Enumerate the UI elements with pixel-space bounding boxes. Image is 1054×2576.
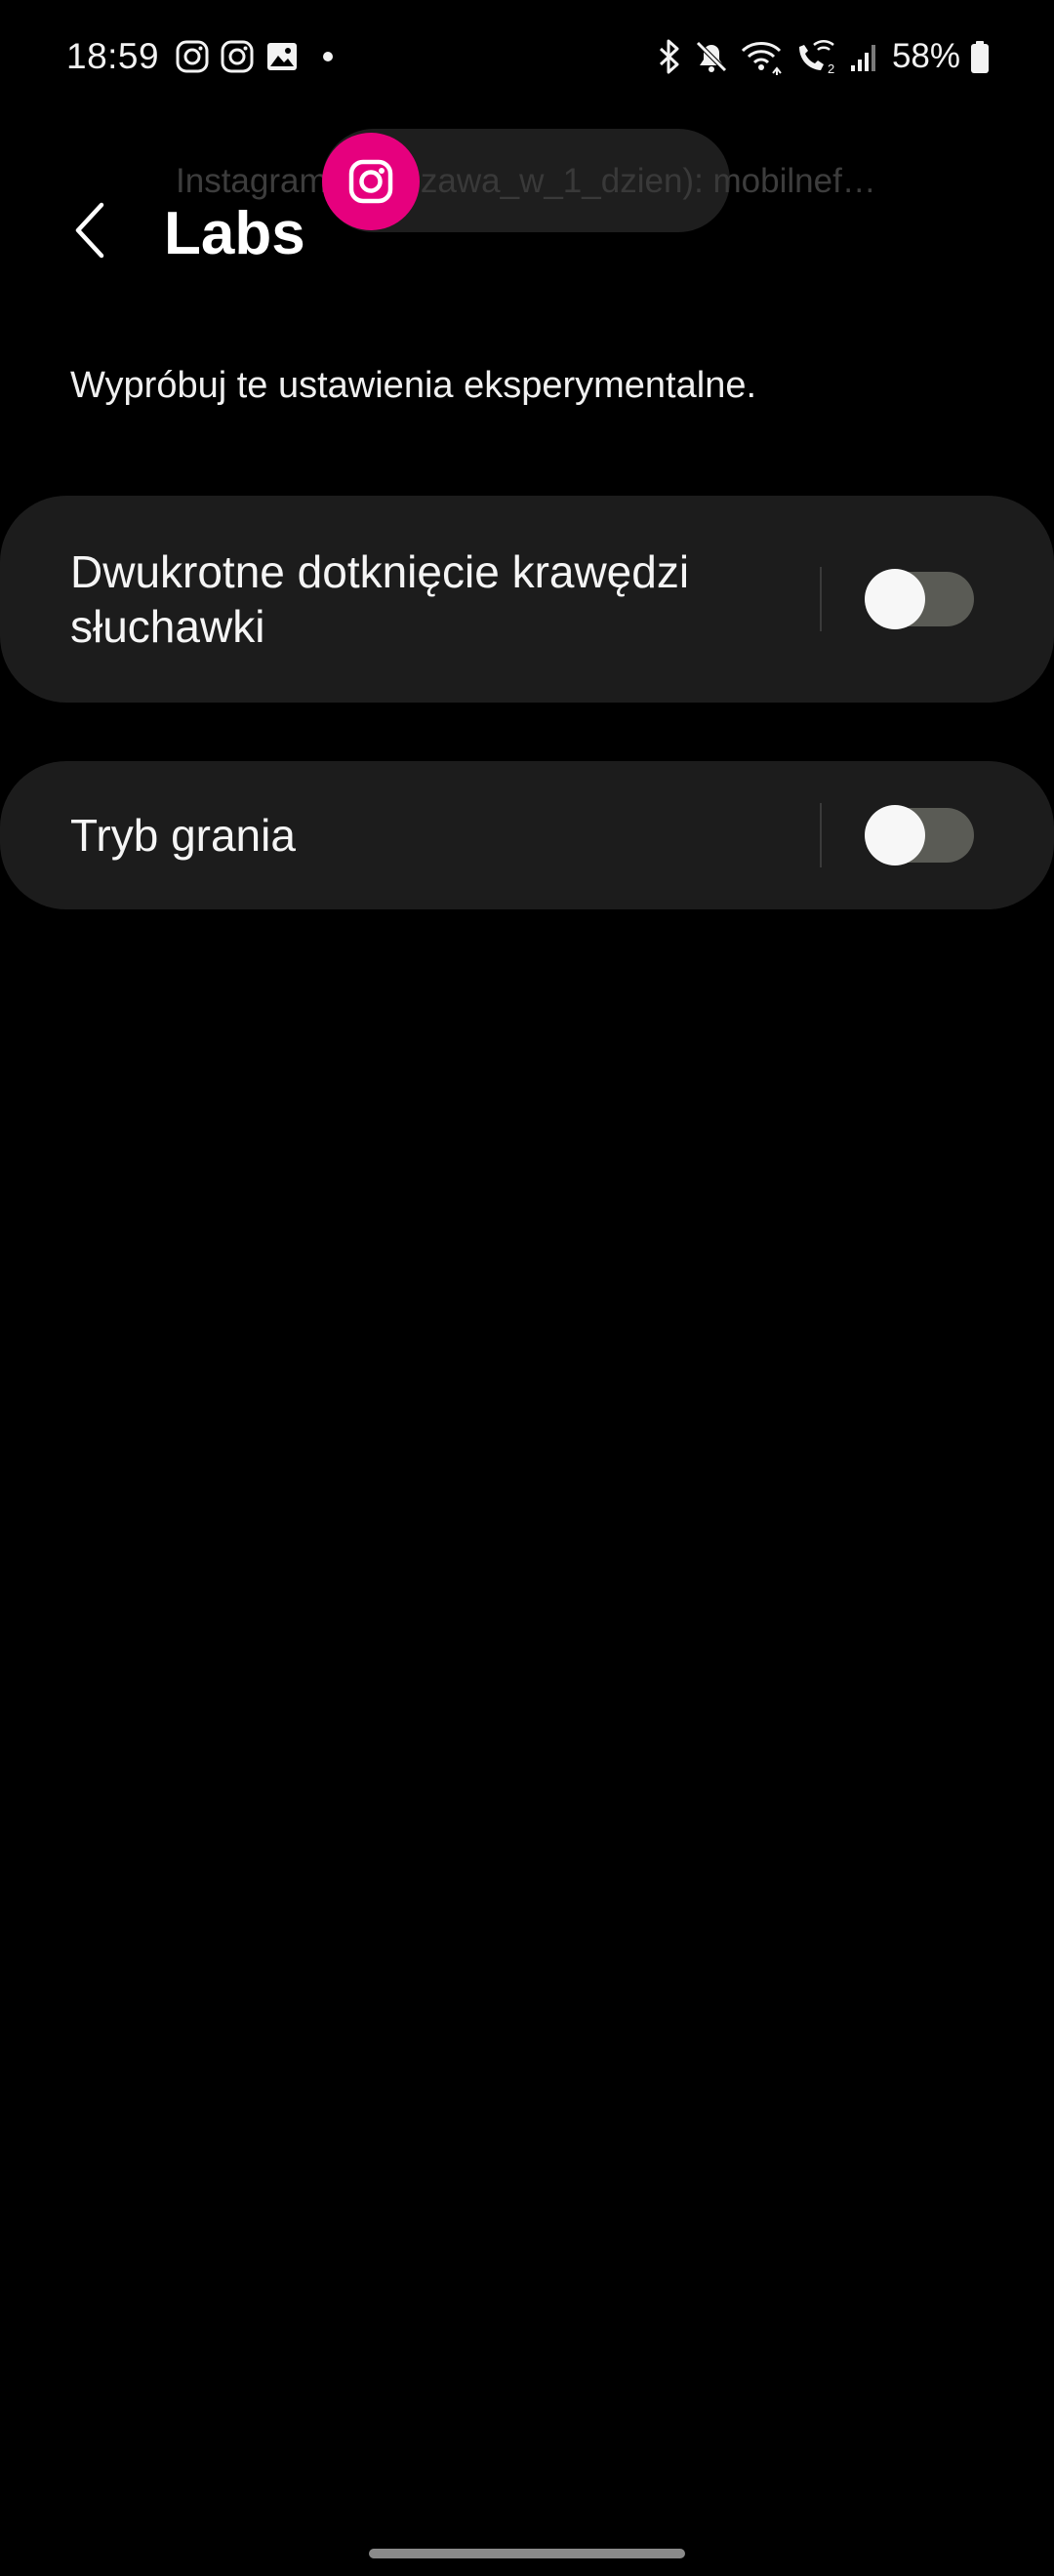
page-description: Wypróbuj te ustawienia eksperymentalne. — [70, 365, 757, 406]
status-right-icons: 2 58% — [656, 37, 990, 76]
instagram-icon — [221, 40, 254, 73]
game-mode-toggle[interactable] — [865, 805, 974, 865]
mute-icon — [693, 38, 730, 75]
double-tap-edge-toggle[interactable] — [865, 569, 974, 629]
gesture-navigation-bar[interactable] — [369, 2549, 685, 2558]
instagram-icon — [176, 40, 209, 73]
svg-text:2: 2 — [828, 61, 834, 75]
status-left-icons — [176, 39, 340, 74]
divider — [820, 803, 822, 867]
setting-label: Tryb grania — [70, 810, 296, 861]
setting-row-double-tap-edge[interactable]: Dwukrotne dotknięcie krawędzi słuchawki — [0, 496, 1054, 703]
status-bar: 18:59 2 58% — [0, 0, 1054, 113]
battery-icon — [970, 38, 990, 75]
toggle-knob — [865, 805, 925, 865]
back-button[interactable] — [61, 195, 119, 269]
notification-dot-icon — [310, 40, 340, 73]
wifi-icon — [740, 38, 785, 75]
battery-percent: 58% — [891, 37, 960, 75]
gallery-icon — [265, 40, 299, 73]
chevron-left-icon — [70, 201, 109, 264]
wifi-calling-icon: 2 — [794, 38, 839, 75]
page-title: Labs — [164, 200, 305, 267]
bluetooth-icon — [656, 38, 683, 75]
toggle-knob — [865, 569, 925, 629]
divider — [820, 567, 822, 631]
setting-label: Dwukrotne dotknięcie krawędzi słuchawki — [70, 546, 690, 652]
instagram-icon[interactable] — [322, 133, 420, 230]
signal-icon — [849, 38, 878, 75]
status-time: 18:59 — [66, 36, 160, 76]
setting-row-game-mode[interactable]: Tryb grania — [0, 761, 1054, 909]
